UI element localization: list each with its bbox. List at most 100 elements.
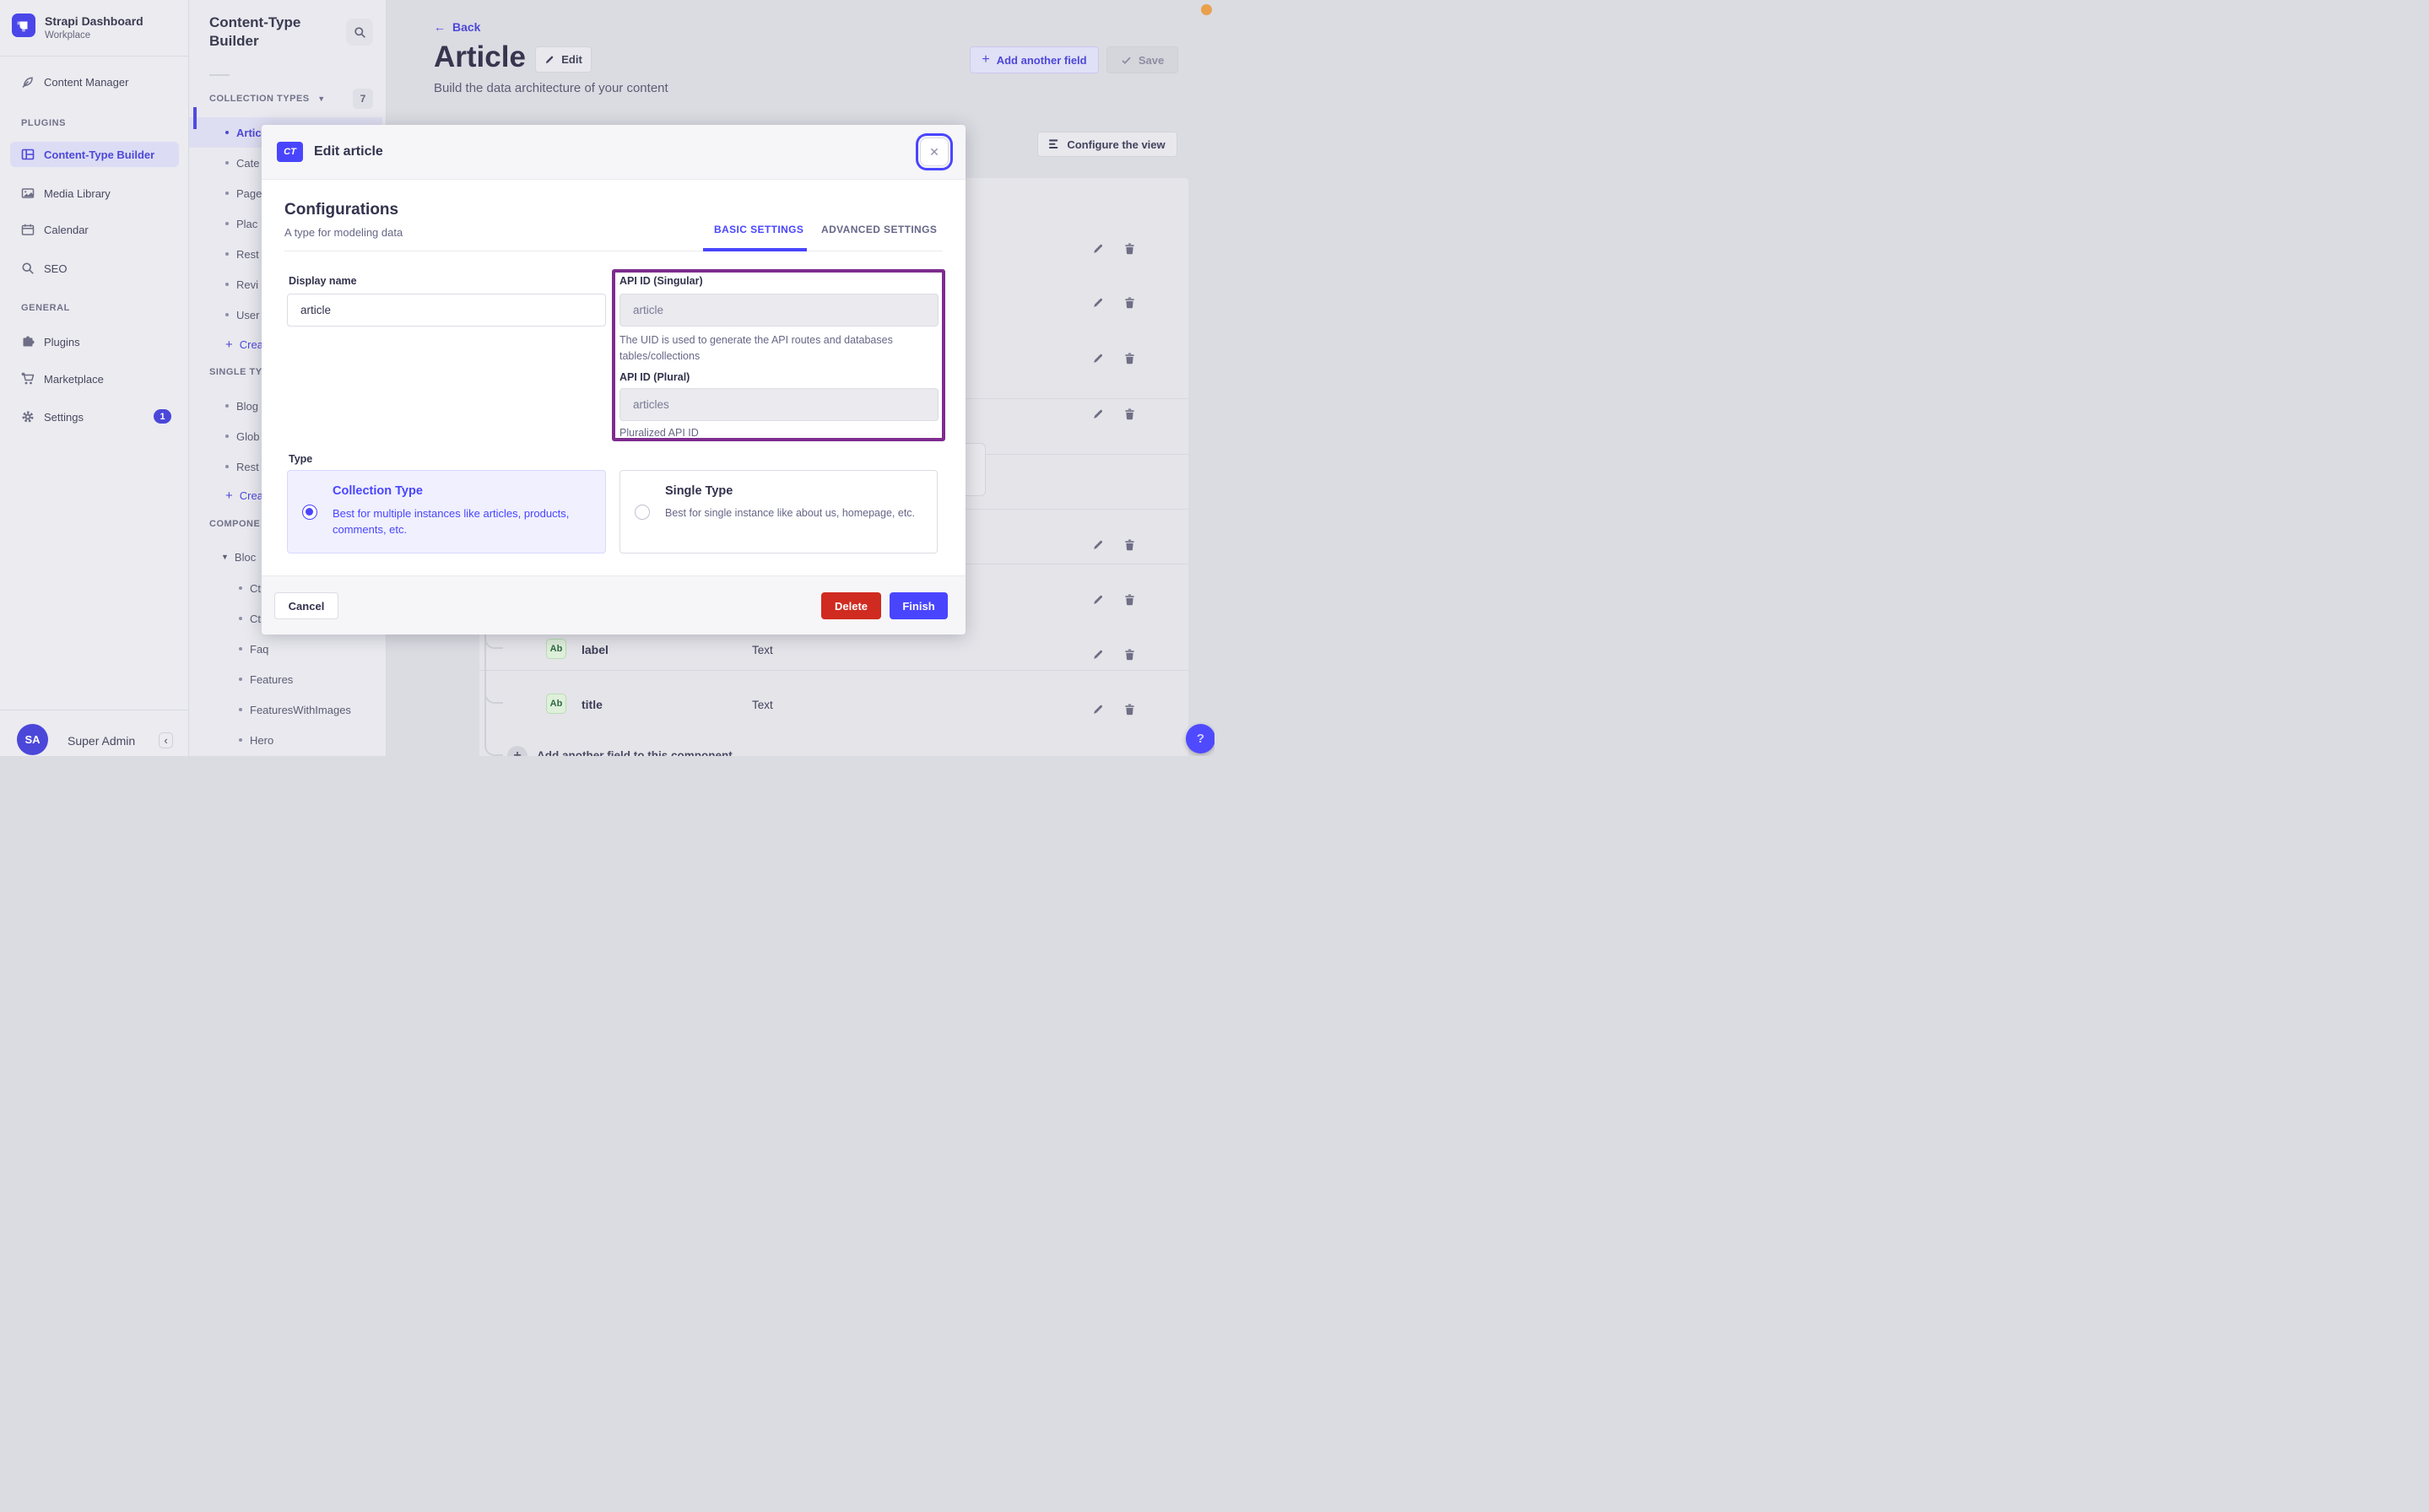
configure-the-view-button[interactable]: Configure the view bbox=[1037, 132, 1177, 157]
tab-advanced-settings[interactable]: ADVANCED SETTINGS bbox=[821, 224, 937, 235]
bullet-icon bbox=[225, 131, 229, 134]
search-icon bbox=[21, 262, 35, 275]
gear-icon bbox=[21, 410, 35, 424]
pencil-icon[interactable] bbox=[1092, 649, 1104, 661]
trash-icon[interactable] bbox=[1124, 353, 1136, 364]
bullet-icon bbox=[225, 313, 229, 316]
radio-selected-icon[interactable] bbox=[302, 505, 317, 520]
row-divider bbox=[479, 670, 1188, 671]
nav-item-marketplace[interactable]: Marketplace bbox=[10, 366, 179, 392]
component-item-hero[interactable]: Hero bbox=[189, 725, 382, 755]
nav-item-content-manager[interactable]: Content Manager bbox=[10, 69, 179, 94]
single-types-header[interactable]: SINGLE TY bbox=[209, 367, 262, 377]
modal-footer: Cancel Delete Finish bbox=[262, 575, 966, 634]
single-type-desc: Best for single instance like about us, … bbox=[665, 507, 916, 519]
calendar-icon bbox=[21, 223, 35, 236]
field-name: title bbox=[582, 698, 603, 711]
user-avatar[interactable]: SA bbox=[17, 724, 48, 755]
text-field-badge: Ab bbox=[546, 639, 566, 659]
nav-section-general: GENERAL bbox=[21, 303, 70, 313]
nav-item-label: Settings bbox=[44, 410, 84, 424]
bullet-icon bbox=[225, 192, 229, 195]
content-type-badge: CT bbox=[277, 142, 303, 162]
cart-icon bbox=[21, 372, 35, 386]
user-name: Super Admin bbox=[68, 734, 136, 748]
delete-button[interactable]: Delete bbox=[821, 592, 881, 619]
nav-item-label: Calendar bbox=[44, 223, 89, 236]
plus-icon: + bbox=[225, 337, 233, 352]
finish-button[interactable]: Finish bbox=[890, 592, 948, 619]
collection-type-desc: Best for multiple instances like article… bbox=[333, 507, 570, 536]
trash-icon[interactable] bbox=[1124, 297, 1136, 309]
nav-item-plugins[interactable]: Plugins bbox=[10, 329, 179, 354]
pencil-icon[interactable] bbox=[1092, 408, 1104, 420]
trash-icon[interactable] bbox=[1124, 243, 1136, 255]
collection-types-header[interactable]: COLLECTION TYPES ▼ bbox=[209, 94, 326, 104]
pencil-icon[interactable] bbox=[1092, 704, 1104, 716]
api-id-plural-label: API ID (Plural) bbox=[619, 371, 690, 383]
nav-item-label: Plugins bbox=[44, 335, 80, 348]
api-id-plural-input[interactable] bbox=[619, 388, 939, 421]
save-button[interactable]: Save bbox=[1106, 46, 1178, 73]
display-name-input[interactable] bbox=[287, 294, 606, 327]
collection-count-badge: 7 bbox=[353, 89, 373, 109]
help-button[interactable]: ? bbox=[1186, 724, 1214, 753]
strapi-logo-icon bbox=[12, 14, 35, 37]
pencil-icon[interactable] bbox=[1092, 297, 1104, 309]
field-type: Text bbox=[752, 699, 773, 711]
collapse-nav-button[interactable]: ‹ bbox=[159, 732, 173, 748]
trash-icon[interactable] bbox=[1124, 594, 1136, 606]
api-id-singular-input[interactable] bbox=[619, 294, 939, 327]
trash-icon[interactable] bbox=[1124, 539, 1136, 551]
page-title: Article bbox=[434, 40, 526, 73]
page-subtitle: Build the data architecture of your cont… bbox=[434, 81, 668, 95]
add-field-row-label[interactable]: Add another field to this component bbox=[537, 749, 733, 756]
search-icon bbox=[354, 26, 366, 39]
text-field-badge: Ab bbox=[546, 694, 566, 714]
feather-icon bbox=[21, 75, 35, 89]
list-icon bbox=[1049, 139, 1060, 149]
app-title: Strapi Dashboard bbox=[45, 14, 143, 28]
add-another-field-button[interactable]: + Add another field bbox=[970, 46, 1099, 73]
modal-title: Edit article bbox=[314, 144, 383, 159]
search-button[interactable] bbox=[346, 19, 373, 46]
components-header[interactable]: COMPONE bbox=[209, 519, 260, 529]
tree-connector-curve bbox=[484, 675, 503, 704]
edit-button[interactable]: Edit bbox=[535, 46, 592, 73]
collection-type-option[interactable]: Collection Type Best for multiple instan… bbox=[287, 470, 606, 554]
pencil-icon[interactable] bbox=[1092, 353, 1104, 364]
bullet-icon bbox=[225, 465, 229, 468]
trash-icon[interactable] bbox=[1124, 704, 1136, 716]
single-type-option[interactable]: Single Type Best for single instance lik… bbox=[619, 470, 938, 554]
type-label: Type bbox=[289, 453, 313, 465]
component-item-features[interactable]: Features bbox=[189, 664, 382, 694]
trash-icon[interactable] bbox=[1124, 649, 1136, 661]
nav-item-seo[interactable]: SEO bbox=[10, 256, 179, 281]
trash-icon[interactable] bbox=[1124, 408, 1136, 420]
check-icon bbox=[1121, 55, 1132, 66]
puzzle-icon bbox=[21, 335, 35, 348]
close-icon[interactable]: ✕ bbox=[920, 138, 949, 166]
pencil-icon[interactable] bbox=[1092, 594, 1104, 606]
nav-item-content-type-builder[interactable]: Content-Type Builder bbox=[10, 142, 179, 167]
layout-grid-icon bbox=[21, 148, 35, 161]
bullet-icon bbox=[239, 738, 242, 742]
back-link[interactable]: ← Back bbox=[434, 20, 480, 34]
recording-indicator-dot bbox=[1201, 4, 1212, 15]
radio-unselected-icon[interactable] bbox=[635, 505, 650, 520]
chevron-down-icon: ▼ bbox=[221, 553, 229, 561]
subnav-scrollbar-thumb[interactable] bbox=[193, 107, 197, 129]
nav-item-label: SEO bbox=[44, 262, 68, 275]
pencil-icon[interactable] bbox=[1092, 539, 1104, 551]
nav-item-media-library[interactable]: Media Library bbox=[10, 181, 179, 206]
strapi-app: Strapi Dashboard Workplace Content Manag… bbox=[0, 0, 1214, 756]
tab-basic-settings[interactable]: BASIC SETTINGS bbox=[714, 224, 803, 235]
component-item-faq[interactable]: Faq bbox=[189, 634, 382, 664]
nav-item-calendar[interactable]: Calendar bbox=[10, 217, 179, 242]
field-name: label bbox=[582, 643, 609, 656]
cancel-button[interactable]: Cancel bbox=[274, 592, 338, 619]
pencil-icon[interactable] bbox=[1092, 243, 1104, 255]
main-nav: Strapi Dashboard Workplace Content Manag… bbox=[0, 0, 189, 756]
component-item-featureswithimages[interactable]: FeaturesWithImages bbox=[189, 694, 382, 725]
add-field-circle-button[interactable]: + bbox=[507, 746, 527, 756]
